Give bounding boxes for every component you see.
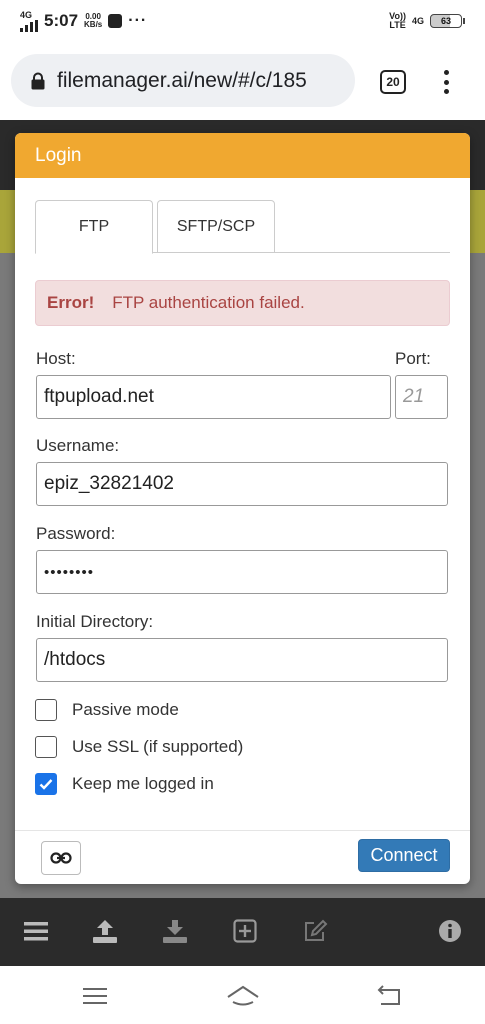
dialog-header: Login <box>15 133 470 178</box>
password-value: •••••••• <box>44 563 95 581</box>
host-value: ftpupload.net <box>44 386 154 407</box>
port-label: Port: <box>395 349 431 368</box>
lock-icon <box>31 72 45 89</box>
network-type: 4G <box>20 9 33 20</box>
keep-logged-in-checkbox[interactable] <box>35 773 57 795</box>
app-notification-icon <box>108 14 123 28</box>
tab-count: 20 <box>386 75 400 89</box>
tab-ftp-label: FTP <box>78 218 110 235</box>
port-input[interactable]: 21 <box>395 375 448 419</box>
use-ssl-label: Use SSL (if supported) <box>72 737 244 756</box>
menu-icon[interactable] <box>23 918 49 944</box>
battery-icon: 63 <box>430 14 465 28</box>
protocol-tabs: FTP SFTP/SCP <box>35 200 450 254</box>
connect-button[interactable]: Connect <box>358 839 450 872</box>
recents-icon[interactable] <box>80 984 110 1008</box>
passive-mode-label: Passive mode <box>72 700 179 719</box>
host-label: Host: <box>36 349 76 368</box>
dialog-footer: Connect <box>15 830 470 884</box>
login-dialog: Login FTP SFTP/SCP Error! FTP authentica… <box>15 133 470 884</box>
username-value: epiz_32821402 <box>44 473 174 494</box>
keep-logged-in-label: Keep me logged in <box>72 774 214 793</box>
clock: 5:07 <box>44 11 79 30</box>
browser-toolbar: filemanager.ai/new/#/c/185 20 <box>0 42 485 120</box>
username-label: Username: <box>36 436 120 455</box>
share-link-button[interactable] <box>41 841 81 875</box>
signal-indicator: 4G <box>20 9 38 32</box>
tab-sftp-scp[interactable]: SFTP/SCP <box>157 200 275 253</box>
username-input[interactable]: epiz_32821402 <box>36 462 448 506</box>
directory-label: Initial Directory: <box>36 612 154 631</box>
signal-bars-icon <box>20 19 38 32</box>
status-bar: 4G 5:07 0.00 KB/s ··· Vo)) LTE 4G 63 <box>0 0 485 42</box>
port-placeholder: 21 <box>403 386 425 407</box>
option-keep-logged-in[interactable]: Keep me logged in <box>35 772 214 796</box>
battery-level: 63 <box>430 14 462 28</box>
tabs-icon[interactable]: 20 <box>380 70 406 94</box>
edit-icon[interactable] <box>302 918 328 944</box>
host-input[interactable]: ftpupload.net <box>36 375 391 419</box>
file-toolbar <box>0 898 485 966</box>
tab-ftp[interactable]: FTP <box>35 200 153 254</box>
password-input[interactable]: •••••••• <box>36 550 448 594</box>
network-type-right: 4G <box>411 16 424 26</box>
use-ssl-checkbox[interactable] <box>35 736 57 758</box>
net-speed: 0.00 KB/s <box>84 13 102 29</box>
info-icon[interactable] <box>437 918 463 944</box>
password-label: Password: <box>36 524 116 543</box>
download-icon[interactable] <box>162 918 188 944</box>
connect-label: Connect <box>370 845 438 865</box>
add-box-icon[interactable] <box>232 918 258 944</box>
directory-input[interactable]: /htdocs <box>36 638 448 682</box>
upload-icon[interactable] <box>92 918 118 944</box>
volte-bottom: LTE <box>389 20 406 30</box>
net-speed-unit: KB/s <box>84 20 103 29</box>
error-message: FTP authentication failed. <box>112 293 305 312</box>
option-use-ssl[interactable]: Use SSL (if supported) <box>35 735 243 759</box>
error-title: Error! <box>47 293 95 312</box>
link-icon <box>50 852 72 864</box>
address-bar[interactable]: filemanager.ai/new/#/c/185 <box>11 54 355 107</box>
checkmark-icon <box>39 779 53 790</box>
directory-value: /htdocs <box>44 649 106 670</box>
more-notifications: ··· <box>128 12 148 29</box>
tab-sftp-label: SFTP/SCP <box>176 217 256 235</box>
option-passive-mode[interactable]: Passive mode <box>35 698 179 722</box>
passive-mode-checkbox[interactable] <box>35 699 57 721</box>
more-vert-icon[interactable] <box>434 68 458 96</box>
system-nav-bar <box>0 966 485 1024</box>
dialog-title: Login <box>35 144 82 166</box>
back-icon[interactable] <box>375 984 405 1008</box>
home-icon[interactable] <box>226 984 260 1008</box>
error-alert: Error! FTP authentication failed. <box>35 280 450 326</box>
volte-indicator: Vo)) LTE <box>389 12 406 30</box>
url-text: filemanager.ai/new/#/c/185 <box>57 68 307 92</box>
